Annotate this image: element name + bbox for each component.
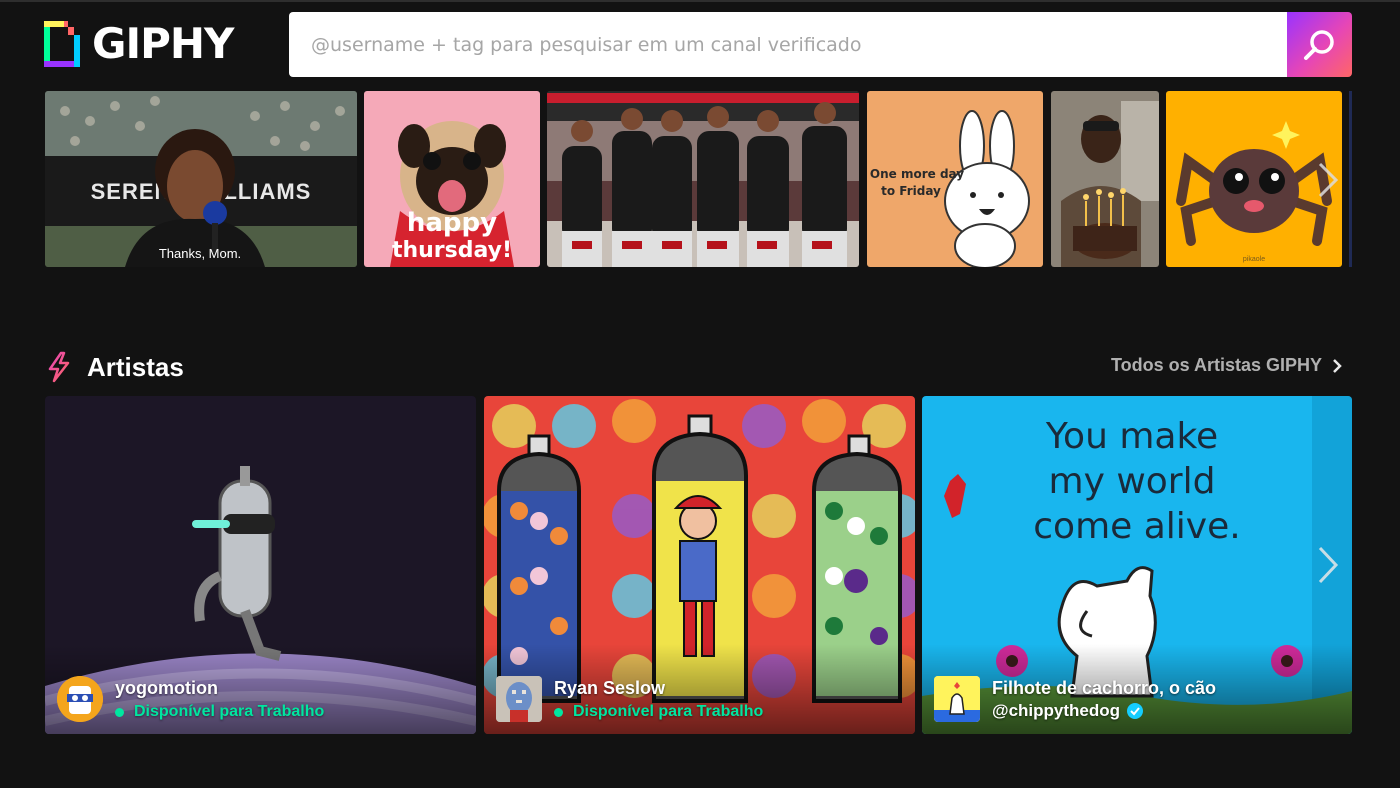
artist-handle[interactable]: @chippythedog: [992, 701, 1144, 721]
gif-birthday-cake[interactable]: [1051, 91, 1159, 267]
avatar: [934, 676, 980, 722]
strip-next-chevron-icon[interactable]: [1312, 158, 1342, 202]
top-border: [0, 0, 1400, 2]
avatar-face-icon: [57, 676, 103, 722]
available-dot-icon: [115, 707, 124, 717]
spider-small-text: pikaole: [1243, 256, 1265, 263]
availability-status: Disponível para Trabalho: [115, 703, 324, 721]
handle-text: @chippythedog: [992, 701, 1121, 720]
cards-next-chevron-icon[interactable]: [1312, 542, 1342, 588]
gif-happy-thursday-pug[interactable]: happy thursday!: [364, 91, 540, 267]
artist-name[interactable]: yogomotion: [115, 678, 218, 699]
serena-caption: Thanks, Mom.: [159, 246, 241, 261]
strip-next-gif-edge: [1349, 91, 1352, 267]
lightning-icon: [48, 351, 70, 383]
avatar-pixel-face-icon: [496, 676, 542, 722]
artists-section-header: Artistas: [45, 348, 184, 386]
trending-gif-strip: SERENA WILLIAMS Thanks, Mom. happy thurs…: [45, 91, 1352, 267]
artist-card-ryan-seslow[interactable]: Ryan Seslow Disponível para Trabalho: [484, 396, 915, 734]
dog-gif-line3: come alive.: [1033, 506, 1240, 547]
giphy-logo-icon: [44, 21, 80, 67]
gif-one-more-day-bunny[interactable]: One more day to Friday: [867, 91, 1043, 267]
dog-gif-line1: You make: [1045, 416, 1218, 457]
logo-text: GIPHY: [92, 19, 234, 68]
artist-card-chippythedog[interactable]: You make my world come alive. Filhote de…: [922, 396, 1352, 734]
search-icon: [1303, 29, 1334, 60]
all-artists-link[interactable]: Todos os Artistas GIPHY: [1111, 355, 1342, 376]
giphy-logo[interactable]: GIPHY: [44, 19, 234, 68]
artists-title: Artistas: [87, 351, 184, 382]
artist-name[interactable]: Ryan Seslow: [554, 678, 665, 699]
search-button[interactable]: [1287, 12, 1352, 77]
avatar: [496, 676, 542, 722]
status-text: Disponível para Trabalho: [134, 703, 325, 720]
verified-badge-icon: [1127, 703, 1144, 719]
available-dot-icon: [554, 707, 563, 717]
gif-serena-williams[interactable]: SERENA WILLIAMS Thanks, Mom.: [45, 91, 357, 267]
avatar-dog-icon: [934, 676, 980, 722]
bunny-text-line1: One more day: [870, 167, 964, 181]
bunny-text-line2: to Friday: [881, 184, 941, 198]
dog-gif-line2: my world: [1049, 461, 1216, 502]
status-text: Disponível para Trabalho: [573, 703, 764, 720]
pug-text-line2: thursday!: [392, 238, 512, 263]
artist-card-yogomotion[interactable]: yogomotion Disponível para Trabalho: [45, 396, 476, 734]
search-bar: [289, 12, 1352, 77]
avatar: [57, 676, 103, 722]
gif-basketball-team[interactable]: [547, 91, 859, 267]
artist-name[interactable]: Filhote de cachorro, o cão: [992, 678, 1216, 699]
search-input[interactable]: [289, 12, 1287, 77]
chevron-right-icon: [1333, 358, 1342, 373]
availability-status: Disponível para Trabalho: [554, 703, 763, 721]
all-artists-label: Todos os Artistas GIPHY: [1110, 355, 1322, 375]
pug-text-line1: happy: [407, 208, 497, 238]
